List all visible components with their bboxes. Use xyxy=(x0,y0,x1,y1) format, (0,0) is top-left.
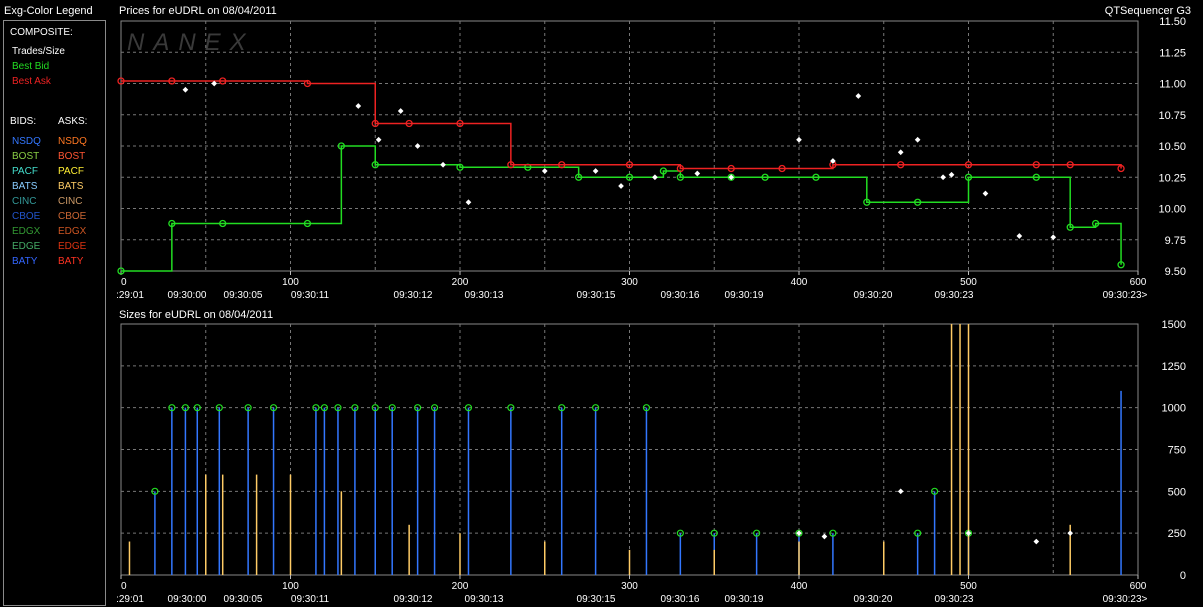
sizes-time-label: 09:30:16 xyxy=(661,594,700,605)
prices-x-tick-label: 600 xyxy=(1130,277,1147,288)
prices-time-label: 09:30:00 xyxy=(168,290,207,301)
sizes-time-label: 09:30:23> xyxy=(1103,594,1148,605)
trade-point xyxy=(182,86,189,93)
prices-x-tick-label: 400 xyxy=(791,277,808,288)
prices-time-label: 09:30:19 xyxy=(725,290,764,301)
sizes-x-tick-label: 600 xyxy=(1130,581,1147,592)
prices-time-label: 09:30:12 xyxy=(394,290,433,301)
trade-point xyxy=(355,103,362,109)
prices-x-tick-label: 100 xyxy=(282,277,299,288)
trade-point xyxy=(796,136,802,143)
best-ask-line xyxy=(121,80,1122,170)
trade-point xyxy=(375,136,382,143)
chart-canvas: NANEX9.509.7510.0010.2510.5010.7511.0011… xyxy=(116,16,1186,605)
prices-time-label: 09:30:13 xyxy=(465,290,504,301)
trade-point xyxy=(948,171,955,178)
sizes-x-tick-label: 400 xyxy=(791,581,808,592)
sizes-x-tick-label: 0 xyxy=(121,581,127,592)
prices-chart: 9.50 9.75 10.00 10.25 10.50 10.75 11.00 11.25 11… xyxy=(116,16,1186,301)
trade-size-point xyxy=(1033,538,1040,545)
prices-y-tick-label: 9.50 xyxy=(1165,266,1186,278)
trade-point xyxy=(592,168,599,174)
trade-point xyxy=(414,143,421,149)
trade-point xyxy=(618,183,624,189)
sizes-time-label: 09:30:00 xyxy=(168,594,207,605)
prices-y-tick-label: 10.50 xyxy=(1158,141,1186,153)
trade-point xyxy=(694,170,701,177)
trade-point xyxy=(541,168,548,174)
prices-time-label: 09:30:16 xyxy=(661,290,700,301)
trade-size-point xyxy=(821,533,828,540)
prices-x-tick-label: 200 xyxy=(452,277,469,288)
sizes-time-label: 09:30:13 xyxy=(465,594,504,605)
trade-point xyxy=(897,149,904,156)
prices-x-tick-label: 0 xyxy=(121,277,127,288)
sizes-time-label: 09:30:20 xyxy=(854,594,893,605)
trade-point xyxy=(397,108,404,114)
trade-point xyxy=(914,136,921,143)
sizes-time-label: 09:30:23 xyxy=(935,594,974,605)
prices-y-tick-label: 11.00 xyxy=(1159,79,1186,91)
prices-y-tick-label: 9.75 xyxy=(1165,235,1186,247)
sizes-x-tick-label: 100 xyxy=(282,581,299,592)
trade-point xyxy=(1016,233,1023,239)
sizes-x-tick-label: 300 xyxy=(621,581,638,592)
prices-y-tick-label: 10.75 xyxy=(1158,110,1186,122)
trade-size-point xyxy=(897,488,904,495)
trade-size-point xyxy=(1067,530,1074,536)
sizes-x-tick-label: 500 xyxy=(960,581,977,592)
sizes-time-label: 09:30:05 xyxy=(224,594,263,605)
sizes-y-tick-label: 1250 xyxy=(1162,361,1186,373)
sizes-time-label: :29:01 xyxy=(116,594,144,605)
prices-time-label: 09:30:23 xyxy=(935,290,974,301)
prices-x-tick-label: 500 xyxy=(960,277,977,288)
trade-point xyxy=(440,161,446,168)
prices-time-label: 09:30:23> xyxy=(1103,290,1148,301)
sizes-time-label: 09:30:19 xyxy=(725,594,764,605)
sizes-y-tick-label: 1500 xyxy=(1162,319,1186,331)
sizes-y-tick-label: 250 xyxy=(1168,528,1186,540)
sizes-time-label: 09:30:11 xyxy=(291,594,330,605)
prices-x-tick-label: 300 xyxy=(621,277,638,288)
prices-y-tick-label: 10.25 xyxy=(1158,172,1186,184)
prices-time-label: 09:30:20 xyxy=(854,290,893,301)
prices-time-label: 09:30:15 xyxy=(577,290,616,301)
prices-time-label: 09:30:11 xyxy=(291,290,330,301)
sizes-y-tick-label: 750 xyxy=(1168,445,1186,457)
trade-point xyxy=(855,93,862,99)
sizes-y-tick-label: 0 xyxy=(1180,570,1186,582)
trade-point xyxy=(1050,234,1057,241)
sizes-y-tick-label: 500 xyxy=(1168,486,1186,498)
sizes-chart: 0 250 500 750 1000 1250 1500 0 100 200 300 400 500 60… xyxy=(116,319,1186,605)
trade-point xyxy=(940,174,946,181)
sizes-time-label: 09:30:12 xyxy=(394,594,433,605)
prices-time-label: 09:30:05 xyxy=(224,290,263,301)
trade-point xyxy=(465,199,472,206)
trade-point xyxy=(652,174,658,181)
prices-y-tick-label: 11.50 xyxy=(1159,16,1186,28)
sizes-time-label: 09:30:15 xyxy=(577,594,616,605)
sizes-y-tick-label: 1000 xyxy=(1162,403,1186,415)
trade-point xyxy=(982,190,989,197)
prices-y-tick-label: 11.25 xyxy=(1159,47,1186,59)
prices-time-label: :29:01 xyxy=(116,290,144,301)
sizes-x-tick-label: 200 xyxy=(452,581,469,592)
prices-y-tick-label: 10.00 xyxy=(1158,204,1186,216)
